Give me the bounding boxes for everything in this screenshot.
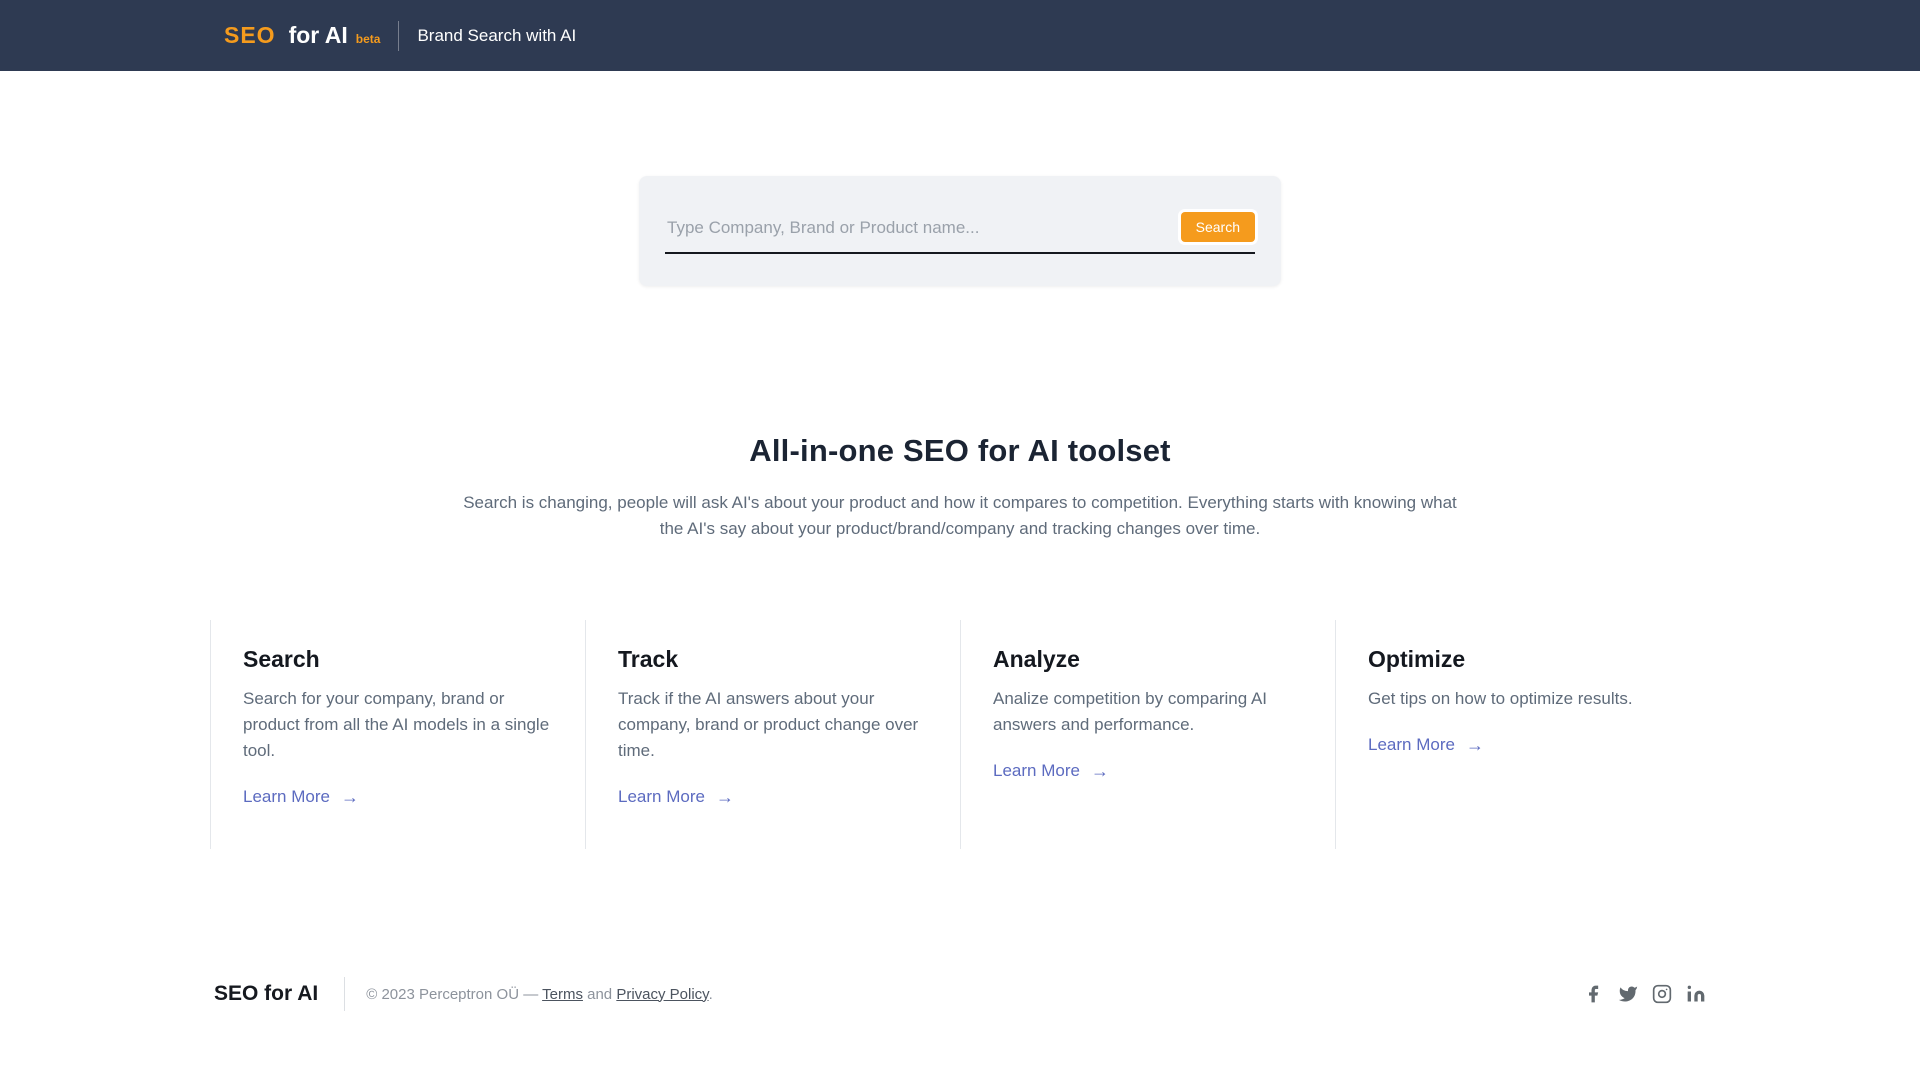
linkedin-icon[interactable] xyxy=(1686,984,1706,1004)
learn-more-label: Learn More xyxy=(243,787,330,807)
page-subtitle: Search is changing, people will ask AI's… xyxy=(455,490,1465,542)
learn-more-label: Learn More xyxy=(618,787,705,807)
beta-badge: beta xyxy=(356,32,381,46)
footer: SEO for AI © 2023 Perceptron OÜ — Terms … xyxy=(214,977,1706,1011)
learn-more-link-track[interactable]: Learn More → xyxy=(618,787,734,807)
feature-column-search: Search Search for your company, brand or… xyxy=(210,620,585,849)
feature-title: Analyze xyxy=(993,646,1309,673)
features-grid: Search Search for your company, brand or… xyxy=(210,620,1710,849)
search-card: Search xyxy=(639,176,1281,286)
feature-description: Analize competition by comparing AI answ… xyxy=(993,686,1309,738)
arrow-right-icon: → xyxy=(716,788,734,806)
feature-description: Search for your company, brand or produc… xyxy=(243,686,559,764)
feature-column-optimize: Optimize Get tips on how to optimize res… xyxy=(1335,620,1710,849)
twitter-icon[interactable] xyxy=(1618,984,1638,1004)
copyright-conjunction: and xyxy=(583,986,616,1003)
search-input[interactable] xyxy=(665,202,1255,254)
facebook-icon[interactable] xyxy=(1584,984,1604,1004)
logo-for-ai-text: for AI xyxy=(289,22,348,49)
feature-title: Optimize xyxy=(1368,646,1684,673)
footer-brand: SEO for AI xyxy=(214,982,318,1006)
arrow-right-icon: → xyxy=(1091,762,1109,780)
social-links xyxy=(1584,984,1706,1004)
arrow-right-icon: → xyxy=(341,788,359,806)
page-title: All-in-one SEO for AI toolset xyxy=(0,433,1920,469)
feature-column-analyze: Analyze Analize competition by comparing… xyxy=(960,620,1335,849)
copyright-prefix: © 2023 Perceptron OÜ — xyxy=(366,986,542,1003)
terms-link[interactable]: Terms xyxy=(542,986,583,1003)
feature-description: Get tips on how to optimize results. xyxy=(1368,686,1684,712)
search-button[interactable]: Search xyxy=(1181,212,1255,242)
brand-logo[interactable]: SEO for AI beta xyxy=(224,22,380,49)
arrow-right-icon: → xyxy=(1466,736,1484,754)
nav-divider xyxy=(398,21,399,51)
feature-column-track: Track Track if the AI answers about your… xyxy=(585,620,960,849)
learn-more-label: Learn More xyxy=(1368,735,1455,755)
copyright-text: © 2023 Perceptron OÜ — Terms and Privacy… xyxy=(366,986,713,1003)
instagram-icon[interactable] xyxy=(1652,984,1672,1004)
search-row: Search xyxy=(665,202,1255,254)
learn-more-label: Learn More xyxy=(993,761,1080,781)
footer-divider xyxy=(344,977,345,1011)
nav-item-brand-search[interactable]: Brand Search with AI xyxy=(417,26,576,46)
learn-more-link-optimize[interactable]: Learn More → xyxy=(1368,735,1484,755)
copyright-period: . xyxy=(709,986,713,1003)
learn-more-link-analyze[interactable]: Learn More → xyxy=(993,761,1109,781)
logo-seo-text: SEO xyxy=(224,22,276,49)
intro-section: All-in-one SEO for AI toolset Search is … xyxy=(0,433,1920,542)
navbar: SEO for AI beta Brand Search with AI xyxy=(0,0,1920,71)
feature-description: Track if the AI answers about your compa… xyxy=(618,686,934,764)
learn-more-link-search[interactable]: Learn More → xyxy=(243,787,359,807)
feature-title: Track xyxy=(618,646,934,673)
feature-title: Search xyxy=(243,646,559,673)
privacy-policy-link[interactable]: Privacy Policy xyxy=(616,986,708,1003)
